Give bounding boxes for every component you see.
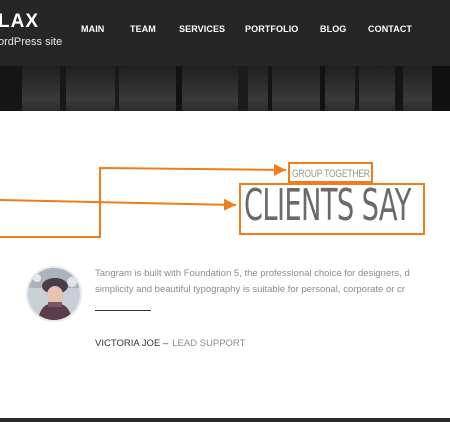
annotation-arrow bbox=[0, 198, 237, 211]
quote-divider bbox=[95, 310, 151, 311]
nav-item-services[interactable]: SERVICES bbox=[179, 24, 225, 34]
site-logo[interactable]: LAX bbox=[0, 12, 39, 32]
hero-shadow bbox=[320, 66, 325, 111]
avatar bbox=[26, 266, 82, 322]
author-role: LEAD SUPPORT bbox=[172, 338, 246, 349]
hero-shadow bbox=[395, 66, 403, 111]
avatar-photo bbox=[28, 268, 80, 320]
header-hero: LAX ordPress site MAIN TEAM SERVICES POR… bbox=[0, 0, 450, 111]
section-sub-heading: GROUP TOGETHER bbox=[292, 168, 370, 180]
section-heading: CLIENTS SAY bbox=[244, 180, 411, 231]
hero-shadow bbox=[268, 66, 272, 111]
hero-shadow bbox=[355, 66, 359, 111]
nav-item-main[interactable]: MAIN bbox=[81, 24, 104, 34]
hero-shadow bbox=[432, 66, 450, 111]
footer-strip bbox=[0, 418, 450, 422]
hero-shadow bbox=[60, 66, 66, 111]
nav-item-portfolio[interactable]: PORTFOLIO bbox=[245, 24, 298, 34]
testimonial-line: simplicity and beautiful typography is s… bbox=[95, 284, 405, 295]
author-name: VICTORIA JOE – bbox=[95, 338, 169, 349]
hero-shadow bbox=[0, 66, 22, 111]
nav-item-contact[interactable]: CONTACT bbox=[368, 24, 412, 34]
testimonial-line: Tangram is built with Foundation 5, the … bbox=[95, 268, 410, 279]
testimonial-author: VICTORIA JOE – LEAD SUPPORT bbox=[95, 338, 245, 349]
nav-item-blog[interactable]: BLOG bbox=[320, 24, 346, 34]
hero-shadow bbox=[115, 66, 119, 111]
hero-shadow bbox=[238, 66, 248, 111]
nav-item-team[interactable]: TEAM bbox=[130, 24, 156, 34]
hero-shadow bbox=[176, 66, 182, 111]
site-tagline: ordPress site bbox=[0, 36, 63, 48]
testimonial-text: Tangram is built with Foundation 5, the … bbox=[95, 266, 450, 298]
